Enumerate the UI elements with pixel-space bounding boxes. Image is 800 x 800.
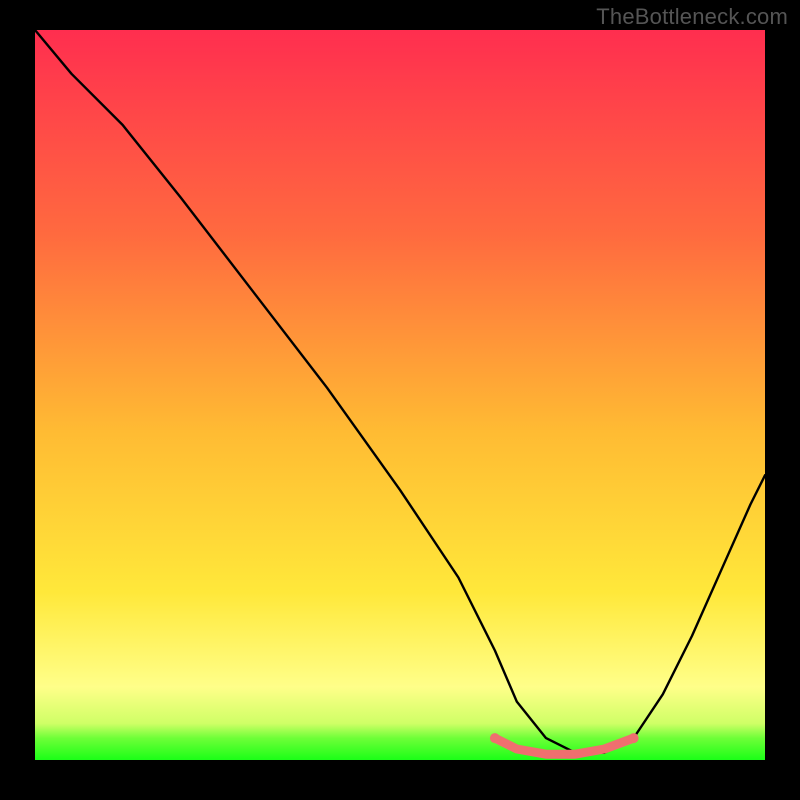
watermark-text: TheBottleneck.com xyxy=(596,4,788,30)
gradient-background xyxy=(35,30,765,760)
series-trough-highlight-endpoint xyxy=(490,733,500,743)
plot-area xyxy=(35,30,765,760)
series-trough-highlight-endpoint xyxy=(629,733,639,743)
chart-frame: TheBottleneck.com xyxy=(0,0,800,800)
chart-svg xyxy=(35,30,765,760)
